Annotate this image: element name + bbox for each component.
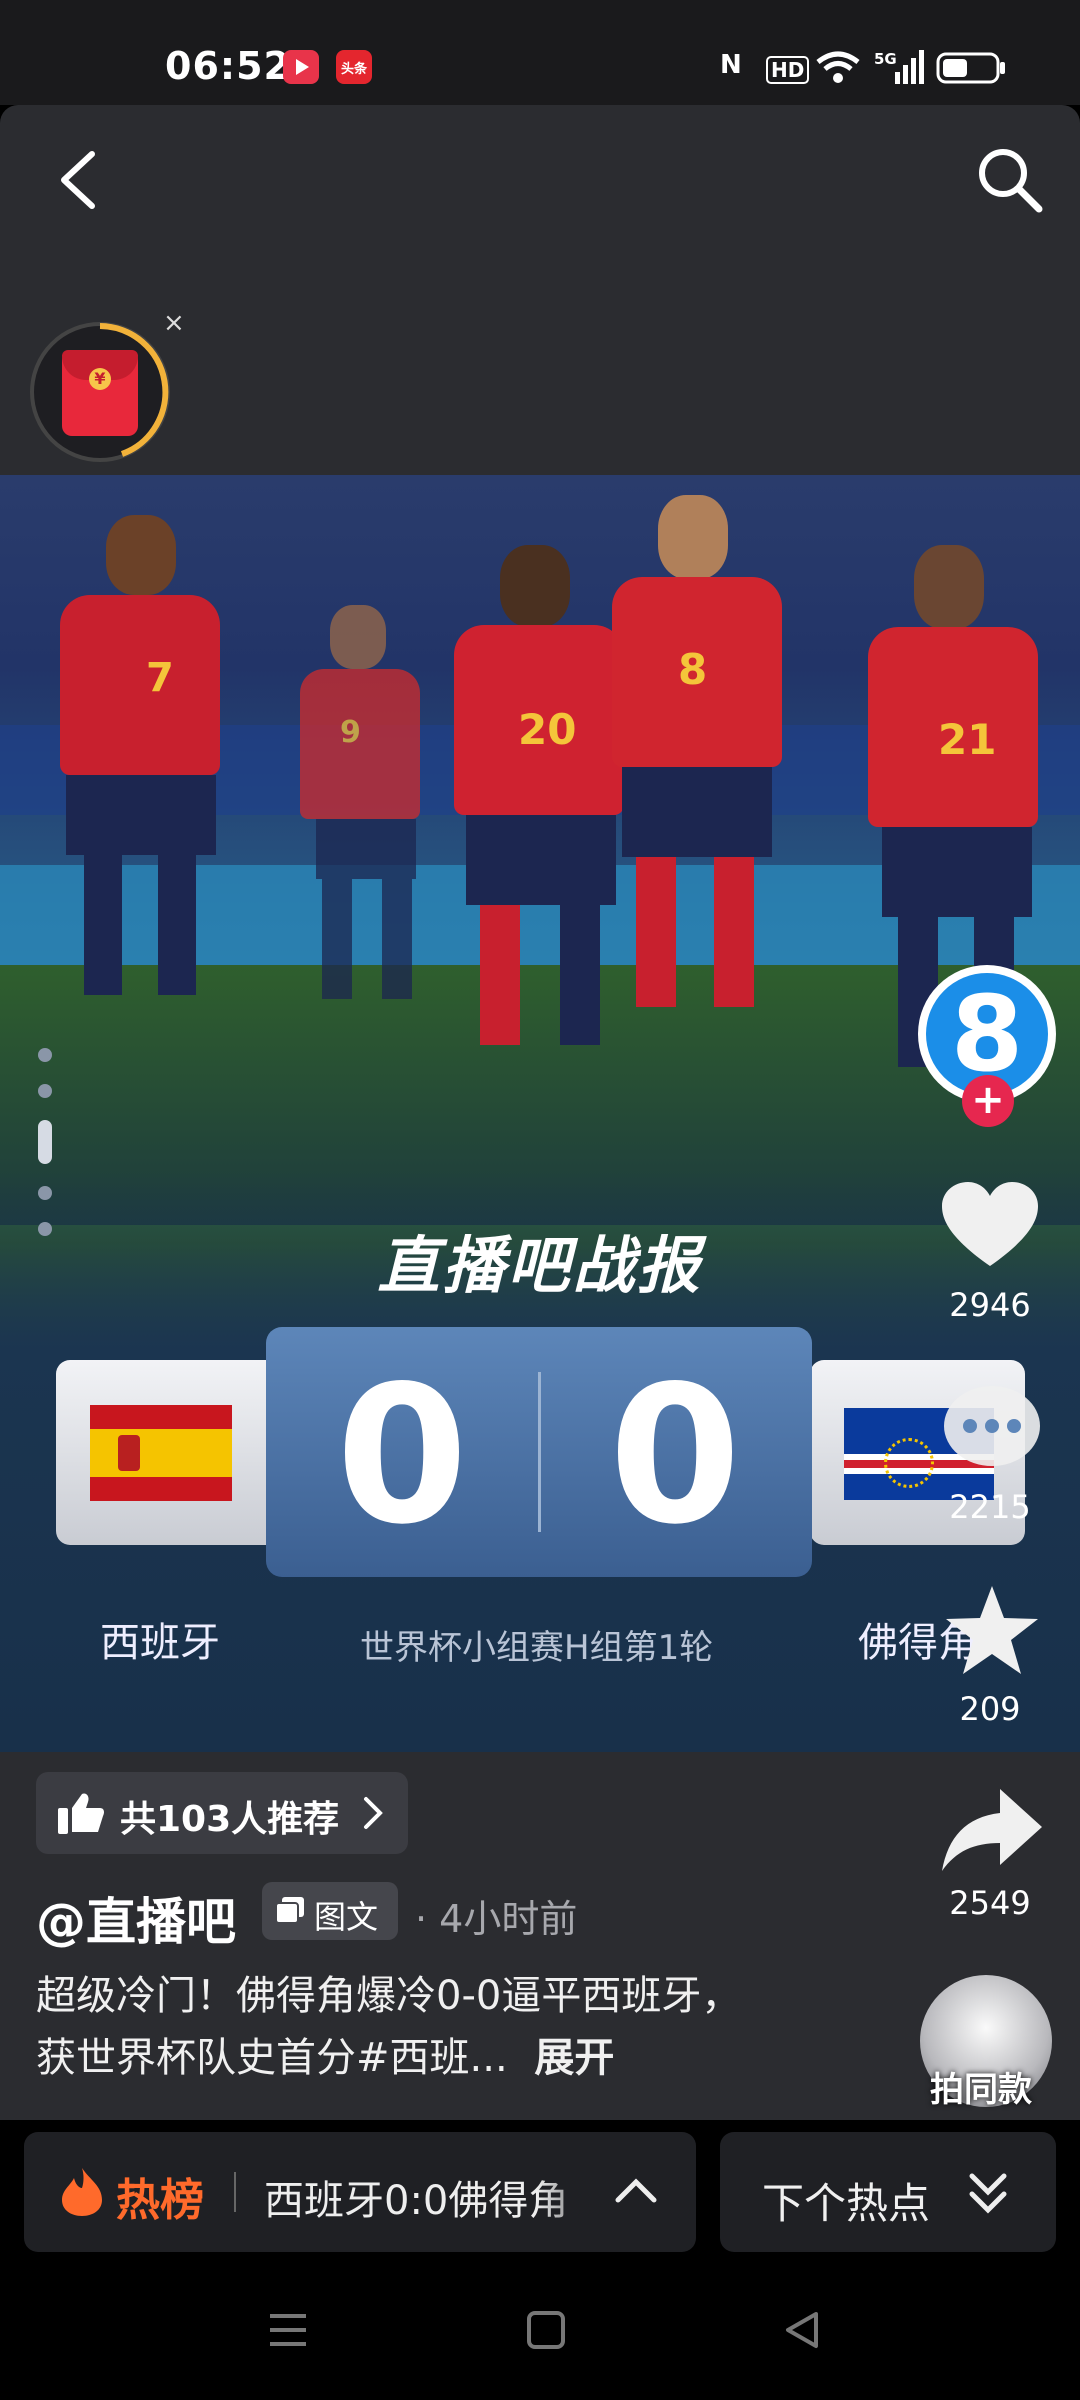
search-icon bbox=[979, 149, 1043, 213]
match-info: 世界杯小组赛H组第1轮 bbox=[360, 1628, 714, 1668]
status-bar: 06:52 头条 N HD 5G bbox=[0, 0, 1080, 105]
post-description: 超级冷门！佛得角爆冷0-0逼平西班牙，获世界杯队史首分#西班... 展开 bbox=[36, 1965, 776, 2089]
network-type: 5G bbox=[874, 50, 897, 68]
back-button[interactable] bbox=[52, 148, 108, 212]
author-name[interactable]: @直播吧 bbox=[36, 1882, 236, 1954]
page-dot-active bbox=[38, 1120, 52, 1164]
double-chevron-down-icon bbox=[969, 2173, 1007, 2214]
hot-list-label: 热榜 bbox=[116, 2175, 204, 2226]
page-dot bbox=[38, 1084, 52, 1098]
page-dot bbox=[38, 1186, 52, 1200]
post-type-tag: 图文 bbox=[262, 1882, 398, 1940]
system-nav-bar bbox=[0, 2270, 1080, 2400]
yuan-symbol: ¥ bbox=[89, 368, 111, 390]
battery-icon bbox=[936, 52, 1006, 88]
heart-icon bbox=[942, 1182, 1038, 1266]
comment-count: 2215 bbox=[949, 1488, 1031, 1526]
thumbs-up-icon bbox=[58, 1793, 104, 1834]
share-button[interactable] bbox=[940, 1785, 1044, 1879]
hot-topic: 西班牙0:0佛得角 bbox=[264, 2178, 569, 2224]
follow-button[interactable]: + bbox=[962, 1075, 1014, 1127]
signal-icon bbox=[895, 50, 925, 88]
red-packet-icon: ¥ bbox=[62, 350, 138, 436]
like-button[interactable] bbox=[940, 1180, 1040, 1274]
like-count: 2946 bbox=[949, 1286, 1031, 1324]
share-icon bbox=[942, 1789, 1042, 1871]
next-hot-button[interactable]: 下个热点 bbox=[720, 2132, 1056, 2252]
brand-title: 直播吧战报 bbox=[377, 1229, 703, 1302]
flame-icon bbox=[62, 2168, 102, 2216]
post-time: · 4小时前 bbox=[415, 1897, 578, 1941]
recent-apps-icon[interactable] bbox=[268, 2312, 308, 2348]
comment-icon bbox=[944, 1386, 1040, 1466]
status-time: 06:52 bbox=[165, 44, 291, 88]
star-icon bbox=[946, 1586, 1038, 1674]
video-app-icon bbox=[283, 50, 319, 84]
same-style-label[interactable]: 拍同款 bbox=[930, 2062, 1032, 2111]
post-type-label: 图文 bbox=[314, 1898, 379, 1936]
home-icon[interactable] bbox=[526, 2310, 566, 2350]
back-nav-icon[interactable] bbox=[782, 2310, 822, 2350]
hd-icon: HD bbox=[766, 56, 810, 84]
chevron-right-icon bbox=[364, 1797, 383, 1829]
recommend-label: 共103人推荐 bbox=[120, 1799, 340, 1840]
jersey-number: 7 bbox=[146, 655, 174, 701]
jersey-number: 21 bbox=[938, 715, 997, 764]
nfc-icon: N bbox=[720, 50, 742, 80]
comment-button[interactable] bbox=[942, 1382, 1042, 1476]
close-red-packet-button[interactable]: × bbox=[163, 308, 185, 338]
home-team-name: 西班牙 bbox=[100, 1620, 220, 1666]
hot-list-bar[interactable]: 热榜 西班牙0:0佛得角 bbox=[24, 2132, 696, 2252]
favorite-button[interactable] bbox=[942, 1582, 1042, 1682]
search-button[interactable] bbox=[975, 145, 1045, 215]
toutiao-app-icon: 头条 bbox=[336, 50, 372, 84]
chevron-left-icon bbox=[61, 151, 95, 209]
favorite-count: 209 bbox=[959, 1690, 1021, 1728]
image-text-icon bbox=[276, 1897, 304, 1924]
next-hot-label: 下个热点 bbox=[762, 2179, 931, 2228]
description-text: 超级冷门！佛得角爆冷0-0逼平西班牙，获世界杯队史首分#西班... bbox=[36, 1973, 742, 2081]
jersey-number: 20 bbox=[518, 705, 577, 754]
score-divider bbox=[538, 1372, 541, 1532]
wifi-icon bbox=[815, 50, 861, 90]
page-dot bbox=[38, 1048, 52, 1062]
spain-flag bbox=[90, 1405, 232, 1501]
jersey-number: 8 bbox=[678, 645, 708, 694]
recommend-chip[interactable]: 共103人推荐 bbox=[36, 1772, 408, 1854]
expand-button[interactable]: 展开 bbox=[534, 2035, 614, 2081]
home-score: 0 bbox=[335, 1345, 469, 1566]
jersey-number: 9 bbox=[340, 715, 361, 750]
home-flag-card bbox=[56, 1360, 296, 1545]
divider bbox=[234, 2172, 236, 2212]
chevron-up-icon bbox=[615, 2178, 657, 2203]
away-score: 0 bbox=[608, 1345, 742, 1566]
share-count: 2549 bbox=[949, 1884, 1031, 1922]
